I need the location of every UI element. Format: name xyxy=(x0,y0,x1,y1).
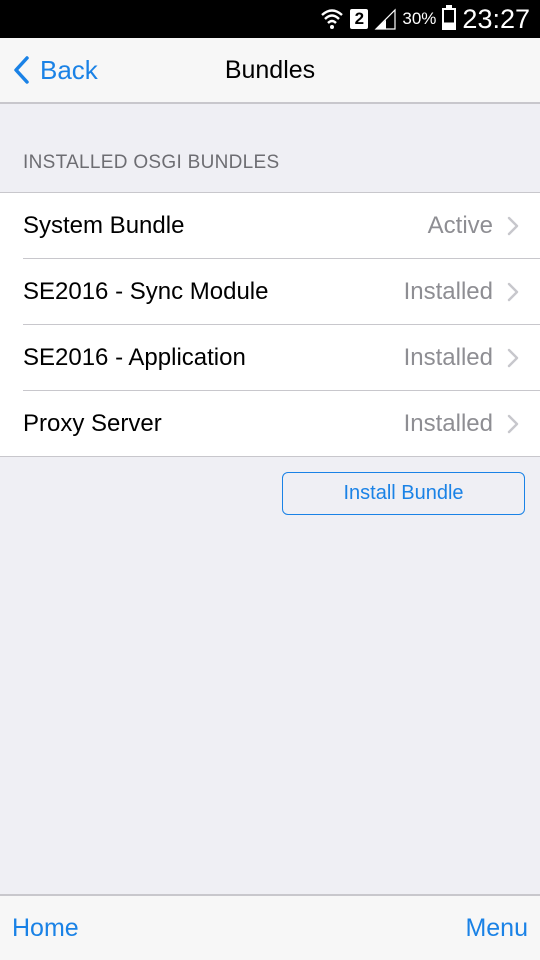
chevron-right-icon xyxy=(507,282,519,301)
install-bundle-button[interactable]: Install Bundle xyxy=(282,472,525,515)
signal-icon xyxy=(374,8,396,30)
list-item[interactable]: Proxy Server Installed xyxy=(23,390,540,456)
status-bar: 2 30% 23:27 xyxy=(0,0,540,38)
bundle-name: System Bundle xyxy=(23,211,185,239)
bundle-status: Active xyxy=(427,211,493,239)
battery-percent: 30% xyxy=(402,9,437,28)
bundle-status: Installed xyxy=(403,277,493,305)
clock: 23:27 xyxy=(462,3,530,34)
list-item[interactable]: SE2016 - Application Installed xyxy=(23,324,540,390)
list-item[interactable]: System Bundle Active xyxy=(0,193,540,258)
list-item[interactable]: SE2016 - Sync Module Installed xyxy=(23,258,540,324)
bundle-status: Installed xyxy=(403,409,493,437)
back-button[interactable]: Back xyxy=(10,38,98,102)
chevron-right-icon xyxy=(507,216,519,235)
chevron-left-icon xyxy=(14,56,29,84)
navigation-bar: Bundles Back xyxy=(0,38,540,104)
wifi-icon xyxy=(320,8,344,30)
home-button[interactable]: Home xyxy=(12,896,79,960)
sim-indicator: 2 xyxy=(350,9,369,29)
bundle-list: System Bundle Active SE2016 - Sync Modul… xyxy=(0,192,540,457)
back-label: Back xyxy=(40,54,98,85)
bundle-status: Installed xyxy=(403,343,493,371)
menu-button[interactable]: Menu xyxy=(465,896,528,960)
battery-icon xyxy=(442,5,457,30)
bundle-name: Proxy Server xyxy=(23,409,162,437)
section-header: INSTALLED OSGI BUNDLES xyxy=(23,152,280,173)
bottom-toolbar: Home Menu xyxy=(0,894,540,960)
chevron-right-icon xyxy=(507,414,519,433)
bundle-name: SE2016 - Application xyxy=(23,343,246,371)
bundle-name: SE2016 - Sync Module xyxy=(23,277,269,305)
chevron-right-icon xyxy=(507,348,519,367)
